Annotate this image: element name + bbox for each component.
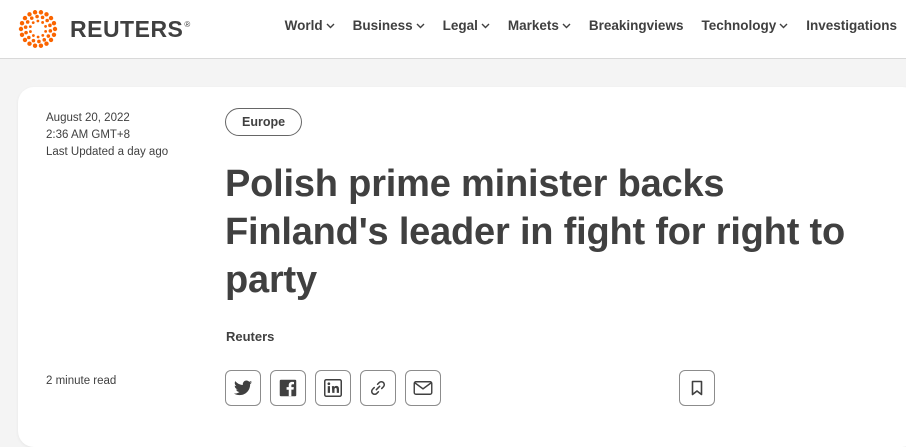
article-headline: Polish prime minister backs Finland's le…: [225, 163, 845, 301]
share-linkedin-button[interactable]: [315, 370, 351, 406]
share-link-button[interactable]: [360, 370, 396, 406]
article-updated: Last Updated a day ago: [46, 146, 169, 158]
email-icon: [413, 381, 433, 395]
bookmark-button[interactable]: [679, 370, 715, 406]
nav-markets[interactable]: Markets: [508, 18, 571, 33]
share-twitter-button[interactable]: [225, 370, 261, 406]
reuters-logo[interactable]: REUTERS®: [18, 9, 191, 49]
article-date: August 20, 2022: [46, 112, 130, 124]
nav-legal[interactable]: Legal: [443, 18, 490, 33]
nav-breakingviews[interactable]: Breakingviews: [589, 18, 684, 33]
main-nav: World Business Legal Markets Breakingvie…: [267, 18, 897, 33]
twitter-icon: [234, 380, 252, 396]
link-icon: [370, 380, 386, 396]
read-time: 2 minute read: [46, 375, 117, 387]
chevron-down-icon: [481, 23, 490, 28]
linkedin-icon: [324, 379, 342, 397]
nav-world[interactable]: World: [285, 18, 335, 33]
nav-technology[interactable]: Technology: [701, 18, 788, 33]
article-meta: August 20, 2022 2:36 AM GMT+8 Last Updat…: [46, 110, 168, 161]
share-email-button[interactable]: [405, 370, 441, 406]
share-facebook-button[interactable]: [270, 370, 306, 406]
nav-investigations[interactable]: Investigations: [806, 18, 897, 33]
section-tag-europe[interactable]: Europe: [225, 108, 303, 136]
nav-business[interactable]: Business: [353, 18, 425, 33]
chevron-down-icon: [779, 23, 788, 28]
facebook-icon: [279, 379, 297, 397]
bookmark-icon: [691, 380, 703, 396]
site-header: REUTERS® World Business Legal Markets Br…: [0, 0, 906, 59]
reuters-logo-icon: [18, 10, 58, 48]
chevron-down-icon: [416, 23, 425, 28]
article-time: 2:36 AM GMT+8: [46, 129, 131, 141]
article-byline[interactable]: Reuters: [226, 329, 274, 344]
logo-wordmark: REUTERS®: [70, 16, 191, 42]
chevron-down-icon: [562, 23, 571, 28]
chevron-down-icon: [326, 23, 335, 28]
